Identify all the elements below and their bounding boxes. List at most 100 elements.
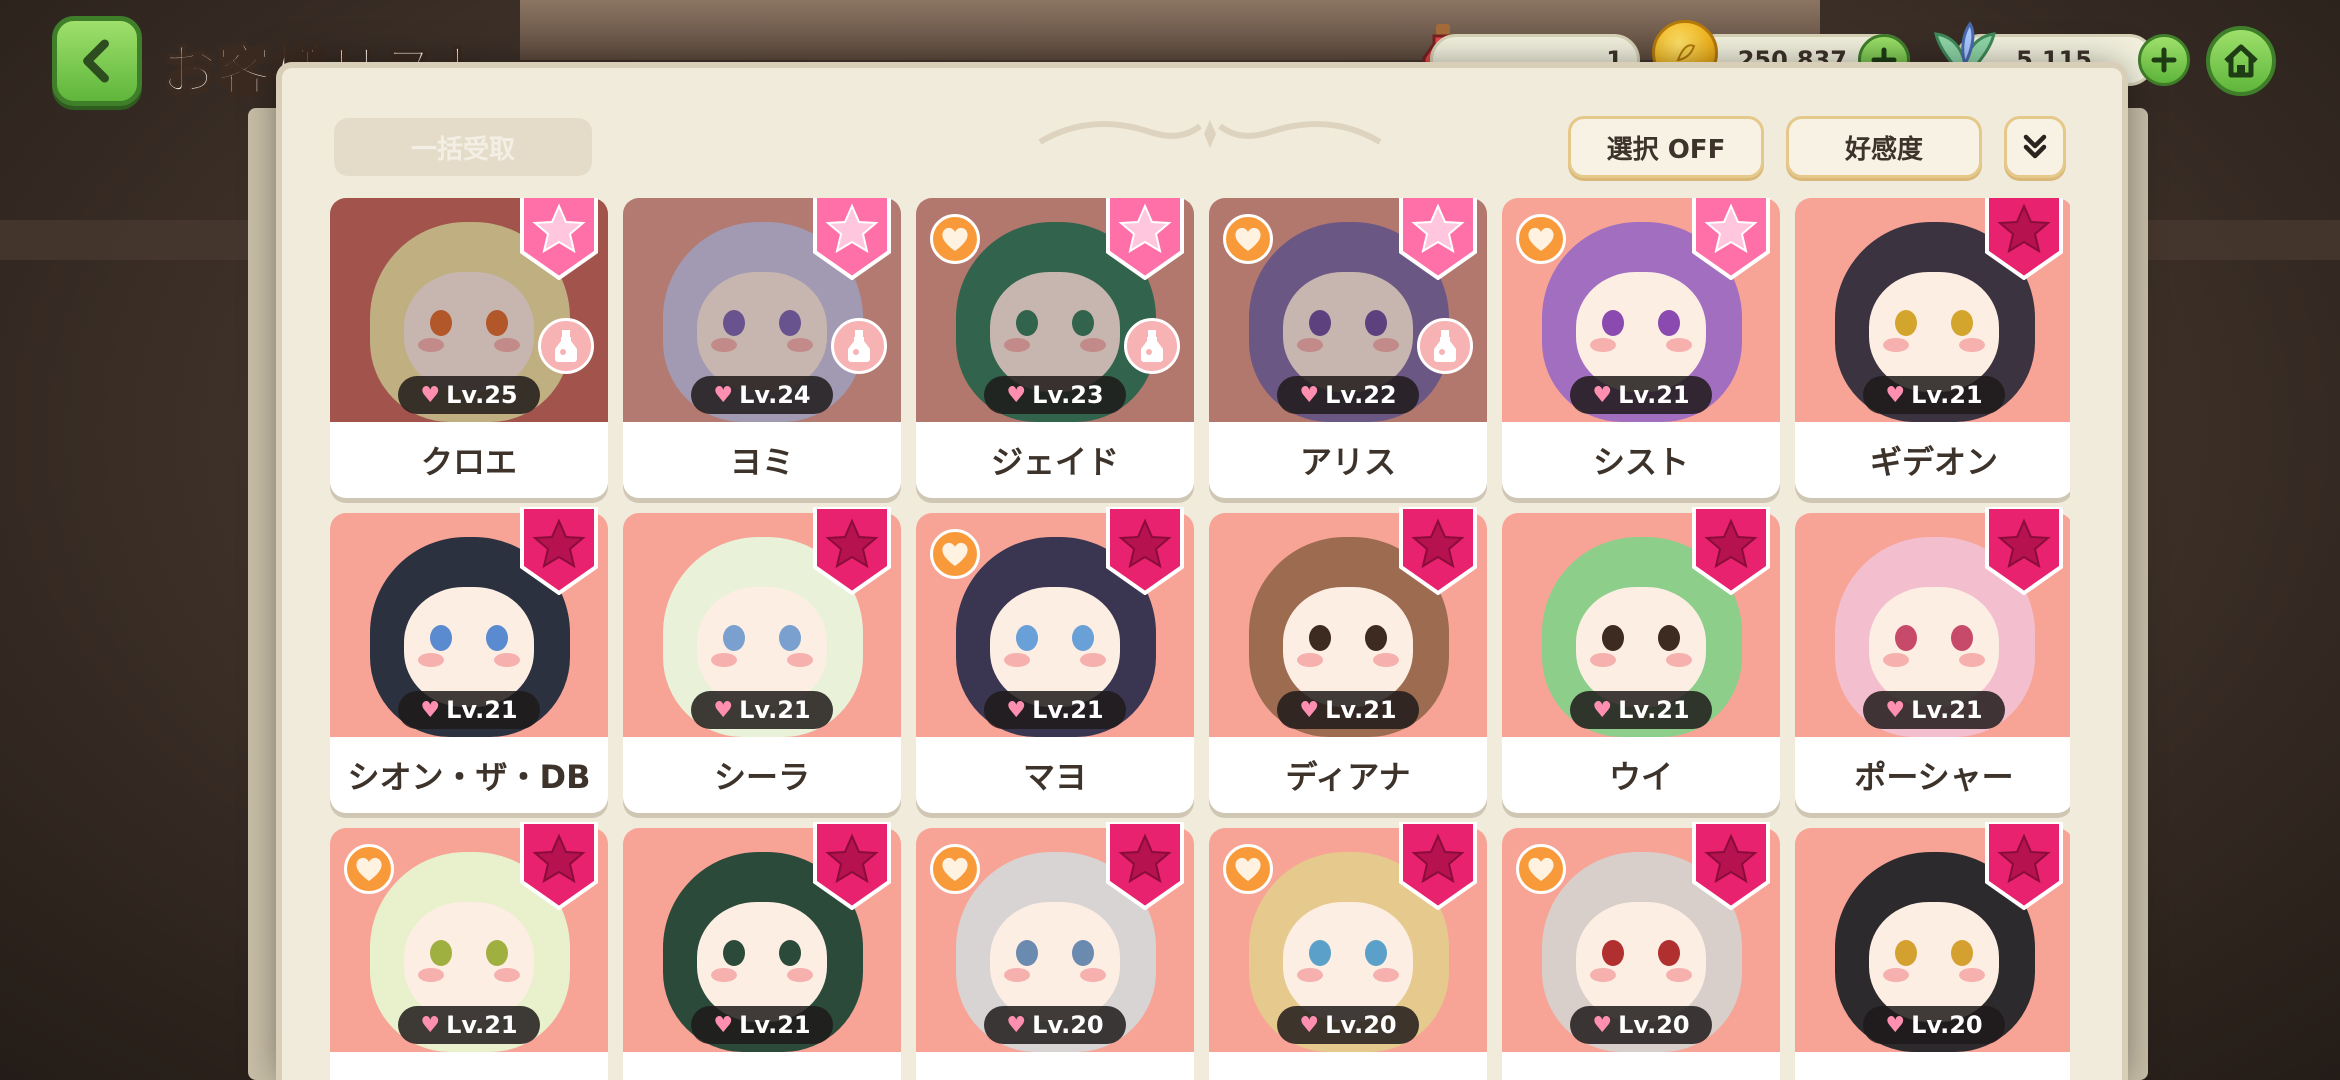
character-eye <box>1309 625 1331 651</box>
affection-level-badge: ♥ Lv.21 <box>1570 376 1712 414</box>
level-text: Lv.21 <box>1325 696 1397 724</box>
heart-icon: ♥ <box>1006 382 1027 408</box>
customer-card[interactable]: ♥ Lv.24 ヨミ <box>623 198 901 498</box>
affection-level-badge: ♥ Lv.22 <box>1277 376 1419 414</box>
affection-level-badge: ♥ Lv.21 <box>1570 691 1712 729</box>
character-blush <box>1004 653 1030 667</box>
customer-name: シスト <box>1592 443 1689 481</box>
customer-card[interactable]: ♥ Lv.20 <box>916 822 1194 1080</box>
customer-name: ヨミ <box>729 443 794 481</box>
customer-name: クロエ <box>420 443 517 481</box>
home-button[interactable] <box>2206 26 2276 96</box>
character-blush <box>1883 338 1909 352</box>
add-gem-button[interactable] <box>2138 34 2190 86</box>
character-eye <box>1895 940 1917 966</box>
affection-level-badge: ♥ Lv.21 <box>398 691 540 729</box>
selection-toggle-button[interactable]: 選択 OFF <box>1568 116 1764 178</box>
plus-icon <box>2151 47 2177 73</box>
heart-icon: ♥ <box>713 697 734 723</box>
character-eye <box>430 940 452 966</box>
sort-button[interactable]: 好感度 <box>1786 116 1982 178</box>
customer-card[interactable]: ♥ Lv.21 シーラ <box>623 507 901 813</box>
back-button[interactable] <box>52 16 142 106</box>
ornament-decoration <box>1038 120 1382 148</box>
customer-name <box>1502 1052 1780 1080</box>
customer-card[interactable]: ♥ Lv.21 マヨ <box>916 507 1194 813</box>
customer-name: ギデオン <box>1869 443 1998 481</box>
customer-card[interactable]: ♥ Lv.21 ポーシャー <box>1795 507 2070 813</box>
level-text: Lv.21 <box>1911 696 1983 724</box>
customer-card[interactable]: ♥ Lv.21 <box>330 822 608 1080</box>
customer-card[interactable]: ♥ Lv.23 ジェイド <box>916 198 1194 498</box>
character-blush <box>418 653 444 667</box>
level-text: Lv.21 <box>1618 381 1690 409</box>
star-rank-icon <box>1985 507 2063 595</box>
character-eye <box>1072 625 1094 651</box>
level-text: Lv.20 <box>1032 1011 1104 1039</box>
heart-icon: ♥ <box>713 1012 734 1038</box>
character-eye <box>1016 940 1038 966</box>
star-rank-icon <box>813 507 891 595</box>
star-rank-icon <box>1399 198 1477 280</box>
character-blush <box>494 968 520 982</box>
heart-icon: ♥ <box>1885 382 1906 408</box>
character-face <box>1869 272 1999 392</box>
customer-card[interactable]: ♥ Lv.21 シスト <box>1502 198 1780 498</box>
customer-card[interactable]: ♥ Lv.25 クロエ <box>330 198 608 498</box>
character-blush <box>1666 338 1692 352</box>
star-rank-icon <box>1985 198 2063 280</box>
affection-level-badge: ♥ Lv.21 <box>1863 691 2005 729</box>
character-blush <box>418 968 444 982</box>
affection-level-badge: ♥ Lv.24 <box>691 376 833 414</box>
bulk-receive-button[interactable]: 一括受取 <box>334 118 592 176</box>
chevron-left-icon <box>83 39 109 83</box>
character-blush <box>494 653 520 667</box>
potion-available-icon <box>1124 318 1180 374</box>
customer-card[interactable]: ♥ Lv.20 <box>1502 822 1780 1080</box>
character-eye <box>1602 940 1624 966</box>
heart-notification-icon <box>1516 844 1566 894</box>
character-blush <box>1297 653 1323 667</box>
star-rank-icon <box>1692 198 1770 280</box>
character-eye <box>1895 625 1917 651</box>
customer-card[interactable]: ♥ Lv.21 ギデオン <box>1795 198 2070 498</box>
heart-icon: ♥ <box>420 382 441 408</box>
heart-notification-icon <box>1223 844 1273 894</box>
star-rank-icon <box>813 822 891 910</box>
heart-notification-icon <box>1223 214 1273 264</box>
character-blush <box>1297 968 1323 982</box>
character-eye <box>1658 940 1680 966</box>
character-blush <box>1080 653 1106 667</box>
customer-card[interactable]: ♥ Lv.21 シオン・ザ・DB <box>330 507 608 813</box>
character-blush <box>1883 653 1909 667</box>
character-eye <box>779 625 801 651</box>
character-blush <box>1666 653 1692 667</box>
character-blush <box>787 968 813 982</box>
customer-card[interactable]: ♥ Lv.20 <box>1795 822 2070 1080</box>
customer-name: マヨ <box>1022 758 1087 796</box>
star-rank-icon <box>520 822 598 910</box>
level-text: Lv.25 <box>446 381 518 409</box>
character-blush <box>711 653 737 667</box>
character-eye <box>1951 625 1973 651</box>
customer-card[interactable]: ♥ Lv.22 アリス <box>1209 198 1487 498</box>
customer-name <box>1795 1052 2070 1080</box>
customer-name <box>623 1052 901 1080</box>
affection-level-badge: ♥ Lv.20 <box>984 1006 1126 1044</box>
customer-card[interactable]: ♥ Lv.20 <box>1209 822 1487 1080</box>
customer-card[interactable]: ♥ Lv.21 ウイ <box>1502 507 1780 813</box>
heart-notification-icon <box>930 214 980 264</box>
character-eye <box>1658 310 1680 336</box>
affection-level-badge: ♥ Lv.21 <box>691 1006 833 1044</box>
affection-level-badge: ♥ Lv.20 <box>1277 1006 1419 1044</box>
customer-card[interactable]: ♥ Lv.21 ディアナ <box>1209 507 1487 813</box>
character-face <box>1576 587 1706 707</box>
customer-card[interactable]: ♥ Lv.21 <box>623 822 901 1080</box>
customer-name: アリス <box>1299 443 1396 481</box>
star-rank-icon <box>1399 507 1477 595</box>
character-face <box>1576 272 1706 392</box>
level-text: Lv.20 <box>1325 1011 1397 1039</box>
character-blush <box>1959 653 1985 667</box>
character-face <box>404 902 534 1022</box>
expand-sort-button[interactable] <box>2004 116 2066 178</box>
